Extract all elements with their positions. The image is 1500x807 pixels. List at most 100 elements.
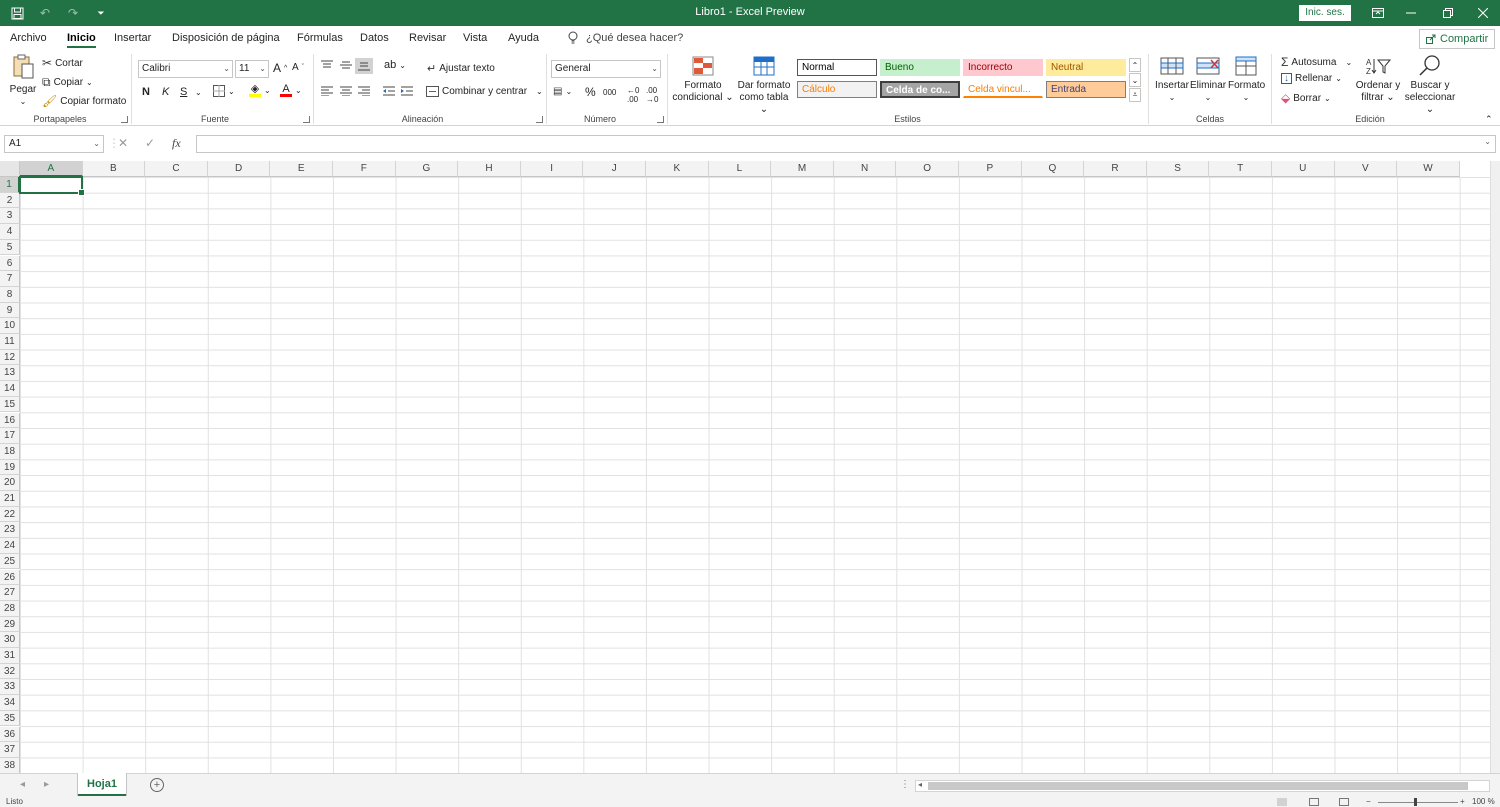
zoom-slider-thumb[interactable]: [1414, 798, 1417, 806]
align-left-icon[interactable]: [321, 86, 333, 96]
underline-dropdown-icon[interactable]: ⌄: [195, 88, 202, 97]
tab-inicio[interactable]: Inicio: [67, 32, 96, 48]
conditional-format-button[interactable]: Formato condicional ⌄: [672, 56, 734, 104]
row-header[interactable]: 23: [0, 522, 20, 539]
row-header[interactable]: 19: [0, 459, 20, 476]
column-header[interactable]: R: [1084, 161, 1147, 177]
row-header[interactable]: 34: [0, 695, 20, 711]
row-header[interactable]: 27: [0, 585, 20, 601]
underline-button[interactable]: S: [180, 86, 187, 98]
insert-function-icon[interactable]: fx: [172, 136, 181, 151]
page-layout-view-icon[interactable]: [1309, 798, 1319, 806]
decrease-indent-icon[interactable]: [383, 86, 395, 96]
row-header[interactable]: 33: [0, 679, 20, 696]
row-header[interactable]: 38: [0, 757, 20, 773]
autosum-button[interactable]: Σ Autosuma ⌄: [1281, 55, 1352, 69]
column-header[interactable]: P: [959, 161, 1022, 177]
add-sheet-icon[interactable]: +: [150, 778, 164, 792]
active-cell[interactable]: [19, 176, 85, 196]
row-header[interactable]: 5: [0, 239, 20, 256]
row-header[interactable]: 20: [0, 475, 20, 491]
decrease-decimal-icon[interactable]: .00 →0: [646, 86, 658, 104]
row-header[interactable]: 32: [0, 663, 20, 680]
alignment-launcher-icon[interactable]: [536, 116, 543, 123]
select-all-button[interactable]: [0, 161, 20, 177]
style-calculo[interactable]: Cálculo: [797, 81, 877, 98]
wrap-text-button[interactable]: ↵ Ajustar texto: [427, 62, 495, 75]
number-launcher-icon[interactable]: [657, 116, 664, 123]
orientation-icon[interactable]: ab ⌄: [384, 59, 406, 71]
clear-button[interactable]: ⬙ Borrar ⌄: [1281, 91, 1331, 105]
format-cells-button[interactable]: Formato ⌄: [1228, 56, 1265, 104]
scroll-left-icon[interactable]: ◂: [918, 780, 922, 789]
style-normal[interactable]: Normal: [797, 59, 877, 76]
row-header[interactable]: 13: [0, 365, 20, 382]
tab-formulas[interactable]: Fórmulas: [297, 32, 343, 44]
row-header[interactable]: 31: [0, 648, 20, 664]
row-header[interactable]: 10: [0, 318, 20, 334]
align-middle-icon[interactable]: [340, 60, 352, 70]
merge-center-button[interactable]: Combinar y centrar ⌄: [426, 86, 543, 97]
formula-input[interactable]: ⌄: [196, 135, 1496, 153]
zoom-level[interactable]: 100 %: [1472, 797, 1495, 806]
tab-split-grip-icon[interactable]: ⋮: [900, 779, 910, 790]
column-header[interactable]: K: [646, 161, 709, 177]
styles-more-icon[interactable]: ⩡: [1129, 88, 1141, 102]
normal-view-icon[interactable]: [1277, 798, 1287, 806]
italic-button[interactable]: K: [162, 86, 169, 98]
font-color-button[interactable]: A ⌄: [280, 84, 302, 97]
row-header[interactable]: 17: [0, 428, 20, 444]
next-sheet-icon[interactable]: ▸: [44, 779, 49, 790]
cells-area[interactable]: [20, 177, 1490, 773]
horizontal-scrollbar[interactable]: ◂: [915, 780, 1490, 792]
copy-button[interactable]: ⧉ Copiar ⌄: [42, 75, 93, 90]
style-celda-comprobacion[interactable]: Celda de co...: [880, 81, 960, 98]
column-header[interactable]: H: [458, 161, 521, 177]
row-header[interactable]: 12: [0, 349, 20, 366]
align-center-icon[interactable]: [340, 86, 352, 96]
column-header[interactable]: M: [771, 161, 834, 177]
page-break-view-icon[interactable]: [1339, 798, 1349, 806]
vertical-scrollbar[interactable]: [1490, 161, 1500, 773]
insert-cells-button[interactable]: Insertar ⌄: [1154, 56, 1190, 104]
column-header[interactable]: E: [270, 161, 333, 177]
column-header[interactable]: W: [1397, 161, 1460, 177]
column-header[interactable]: T: [1209, 161, 1272, 177]
column-header[interactable]: D: [207, 161, 271, 177]
style-incorrecto[interactable]: Incorrecto: [963, 59, 1043, 76]
accounting-format-button[interactable]: ▤ ⌄: [553, 86, 572, 97]
ribbon-display-options-icon[interactable]: [1367, 3, 1389, 23]
column-header[interactable]: J: [583, 161, 646, 177]
share-button[interactable]: Compartir: [1419, 29, 1495, 49]
row-header[interactable]: 22: [0, 506, 20, 523]
tab-insertar[interactable]: Insertar: [114, 32, 151, 44]
zoom-in-icon[interactable]: +: [1460, 797, 1465, 806]
find-select-button[interactable]: Buscar y seleccionar ⌄: [1401, 54, 1459, 116]
tab-ayuda[interactable]: Ayuda: [508, 32, 539, 44]
sign-in-button[interactable]: Inic. ses.: [1299, 5, 1351, 21]
style-entrada[interactable]: Entrada: [1046, 81, 1126, 98]
enter-formula-icon[interactable]: ✓: [145, 136, 155, 150]
style-neutral[interactable]: Neutral: [1046, 59, 1126, 76]
sort-filter-button[interactable]: AZ Ordenar y filtrar ⌄: [1355, 56, 1401, 104]
decrease-font-icon[interactable]: Aˇ: [292, 62, 304, 73]
horizontal-scroll-thumb[interactable]: [928, 782, 1468, 790]
fill-button[interactable]: ↓ Rellenar ⌄: [1281, 73, 1342, 84]
align-bottom-icon[interactable]: [355, 58, 373, 74]
minimize-icon[interactable]: [1400, 3, 1422, 23]
tab-datos[interactable]: Datos: [360, 32, 389, 44]
zoom-slider[interactable]: [1378, 802, 1458, 803]
number-format-select[interactable]: General ⌄: [551, 60, 661, 78]
cut-button[interactable]: ✂ Cortar: [42, 56, 83, 70]
row-header[interactable]: 28: [0, 600, 20, 617]
style-celda-vinculada[interactable]: Celda vincul...: [963, 81, 1043, 98]
row-header[interactable]: 35: [0, 710, 20, 727]
thousands-button[interactable]: 000: [603, 88, 616, 97]
cancel-formula-icon[interactable]: ✕: [118, 136, 128, 150]
column-header[interactable]: G: [395, 161, 459, 177]
tab-revisar[interactable]: Revisar: [409, 32, 446, 44]
row-header[interactable]: 9: [0, 302, 20, 319]
row-header[interactable]: 18: [0, 443, 20, 460]
font-launcher-icon[interactable]: [303, 116, 310, 123]
tab-disposicion[interactable]: Disposición de página: [172, 32, 280, 44]
